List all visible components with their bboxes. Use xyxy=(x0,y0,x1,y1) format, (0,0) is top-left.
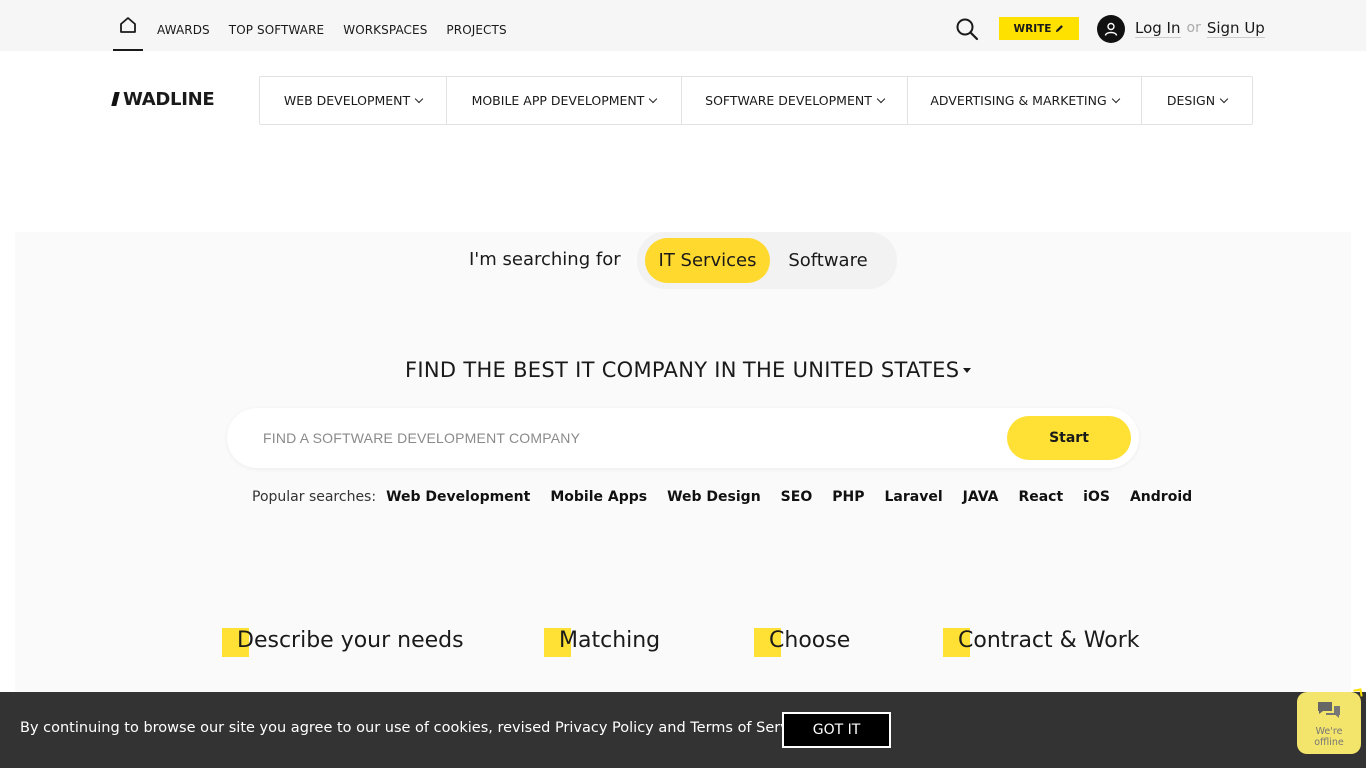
logo-mark xyxy=(111,92,120,106)
company-search-box: Start xyxy=(227,408,1139,468)
chat-bubbles-icon xyxy=(1318,702,1340,718)
toggle-software[interactable]: Software xyxy=(773,238,883,283)
category-label: MOBILE APP DEVELOPMENT xyxy=(471,93,645,108)
top-nav: AWARDS TOP SOFTWARE WORKSPACES PROJECTS xyxy=(157,0,507,51)
popular-searches-label: Popular searches: xyxy=(252,489,377,505)
step-title: hoose xyxy=(784,628,851,653)
searching-label: I'm searching for xyxy=(469,249,621,270)
category-web-development[interactable]: WEB DEVELOPMENT xyxy=(260,77,447,124)
site-logo[interactable]: WADLINE xyxy=(111,88,215,110)
write-button-label: WRITE xyxy=(1013,22,1052,35)
step-contract-work: Contract & Work xyxy=(943,628,1140,657)
popular-mobile-apps[interactable]: Mobile Apps xyxy=(550,489,647,505)
step-describe-needs: Describe your needs xyxy=(222,628,464,657)
popular-seo[interactable]: SEO xyxy=(781,489,813,505)
company-search-input[interactable] xyxy=(263,426,983,450)
chevron-down-icon xyxy=(1219,94,1229,104)
category-label: WEB DEVELOPMENT xyxy=(283,93,411,108)
popular-searches: Popular searches: Web Development Mobile… xyxy=(252,487,1212,507)
step-initial: C xyxy=(769,628,785,653)
chat-widget[interactable]: We're offline xyxy=(1297,688,1363,754)
country-selector[interactable]: THE UNITED STATES xyxy=(742,358,960,382)
search-icon[interactable] xyxy=(955,17,979,41)
popular-react[interactable]: React xyxy=(1018,489,1063,505)
chat-status: We're offline xyxy=(1314,726,1344,748)
category-advertising-marketing[interactable]: ADVERTISING & MARKETING xyxy=(908,77,1142,124)
step-matching: Matching xyxy=(544,628,660,657)
or-separator: or xyxy=(1186,20,1201,36)
category-design[interactable]: DESIGN xyxy=(1142,77,1252,124)
cookie-text: By continuing to browse our site you agr… xyxy=(20,720,815,736)
popular-web-design[interactable]: Web Design xyxy=(667,489,761,505)
popular-web-development[interactable]: Web Development xyxy=(386,489,530,505)
find-heading: FIND THE BEST IT COMPANY IN THE UNITED S… xyxy=(405,358,972,382)
step-initial: M xyxy=(559,628,578,653)
popular-laravel[interactable]: Laravel xyxy=(884,489,942,505)
home-icon xyxy=(120,16,136,33)
category-software-development[interactable]: SOFTWARE DEVELOPMENT xyxy=(682,77,908,124)
pencil-icon xyxy=(1056,25,1064,33)
category-label: ADVERTISING & MARKETING xyxy=(930,93,1107,108)
popular-ios[interactable]: iOS xyxy=(1083,489,1110,505)
top-nav-projects[interactable]: PROJECTS xyxy=(446,15,506,37)
chevron-down-icon xyxy=(649,94,658,104)
category-nav: WEB DEVELOPMENT MOBILE APP DEVELOPMENT S… xyxy=(259,76,1253,125)
search-type-toggle: IT Services Software xyxy=(637,232,897,289)
chevron-down-icon xyxy=(876,94,886,104)
toggle-it-services[interactable]: IT Services xyxy=(645,238,770,283)
step-title: escribe your needs xyxy=(253,628,464,653)
heading-prefix: FIND THE BEST IT COMPANY IN xyxy=(405,358,737,382)
logo-text: WADLINE xyxy=(123,88,215,110)
category-label: DESIGN xyxy=(1166,93,1216,108)
category-mobile-app-development[interactable]: MOBILE APP DEVELOPMENT xyxy=(447,77,682,124)
popular-android[interactable]: Android xyxy=(1130,489,1192,505)
got-it-button[interactable]: GOT IT xyxy=(782,712,891,748)
step-title: atching xyxy=(577,628,661,653)
step-choose: Choose xyxy=(754,628,850,657)
user-icon[interactable] xyxy=(1097,15,1125,43)
step-title: ontract & Work xyxy=(973,628,1140,653)
login-link[interactable]: Log In xyxy=(1135,19,1181,38)
chat-corner-accent xyxy=(1353,688,1363,698)
popular-php[interactable]: PHP xyxy=(832,489,864,505)
signup-link[interactable]: Sign Up xyxy=(1206,19,1265,38)
caret-down-icon[interactable] xyxy=(963,367,972,373)
cookie-banner: By continuing to browse our site you agr… xyxy=(0,692,1366,768)
step-initial: C xyxy=(958,628,974,653)
top-nav-workspaces[interactable]: WORKSPACES xyxy=(343,15,427,37)
chevron-down-icon xyxy=(414,94,424,104)
top-nav-awards[interactable]: AWARDS xyxy=(157,15,210,37)
top-nav-top-software[interactable]: TOP SOFTWARE xyxy=(229,15,324,37)
home-tab[interactable] xyxy=(113,0,143,51)
auth-links: Log In or Sign Up xyxy=(1135,17,1265,39)
category-label: SOFTWARE DEVELOPMENT xyxy=(705,93,872,108)
chevron-down-icon xyxy=(1111,94,1120,104)
start-button[interactable]: Start xyxy=(1007,416,1131,460)
top-bar: AWARDS TOP SOFTWARE WORKSPACES PROJECTS … xyxy=(0,0,1366,51)
write-button[interactable]: WRITE xyxy=(999,17,1079,40)
popular-java[interactable]: JAVA xyxy=(963,489,999,505)
step-initial: D xyxy=(237,628,254,653)
